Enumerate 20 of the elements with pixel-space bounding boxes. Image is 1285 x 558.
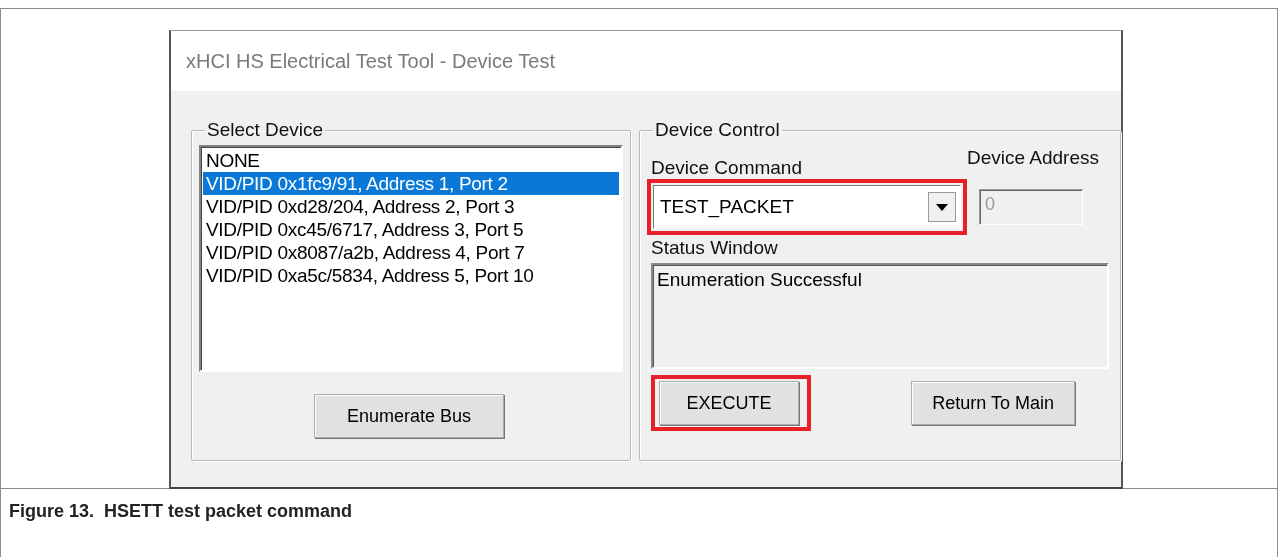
device-list-item[interactable]: VID/PID 0x8087/a2b, Address 4, Port 7 [203, 241, 619, 264]
window-title: xHCI HS Electrical Test Tool - Device Test [186, 49, 555, 73]
figure-caption: Figure 13. HSETT test packet command [9, 501, 353, 521]
return-button[interactable]: Return To Main [911, 381, 1075, 425]
device-list-item[interactable]: VID/PID 0x1fc9/91, Address 1, Port 2 [203, 172, 619, 195]
device-list-item[interactable]: VID/PID 0xa5c/5834, Address 5, Port 10 [203, 264, 619, 287]
enumerate-button[interactable]: Enumerate Bus [314, 394, 504, 438]
group-label: Select Device [206, 119, 325, 141]
dropdown-arrow-icon [936, 203, 948, 211]
field-label: Device Address [967, 147, 1099, 168]
group-label: Device Control [654, 119, 781, 141]
command-dropdown[interactable]: TEST_PACKET [653, 185, 961, 229]
device-list[interactable]: NONE VID/PID 0x1fc9/91, Address 1, Port 2 VID/PID 0xd28/204, Address 2, Port 3 VID/PID 0xc45/6717, Address 3, Port 5 VID/PID 0x8087/a2b, Address 4, Port 7 VID/PID 0xa5c/5834, Address 5, Port 10 [199, 145, 623, 372]
field-label: Device Command [651, 157, 802, 178]
device-list-item[interactable]: VID/PID 0xd28/204, Address 2, Port 3 [203, 195, 619, 218]
execute-button[interactable]: EXECUTE [659, 381, 799, 425]
device-list-item[interactable]: VID/PID 0xc45/6717, Address 3, Port 5 [203, 218, 619, 241]
device-list-item[interactable]: NONE [203, 149, 619, 172]
status-box: Enumeration Successful [651, 263, 1109, 369]
field-label: Status Window [651, 237, 778, 258]
